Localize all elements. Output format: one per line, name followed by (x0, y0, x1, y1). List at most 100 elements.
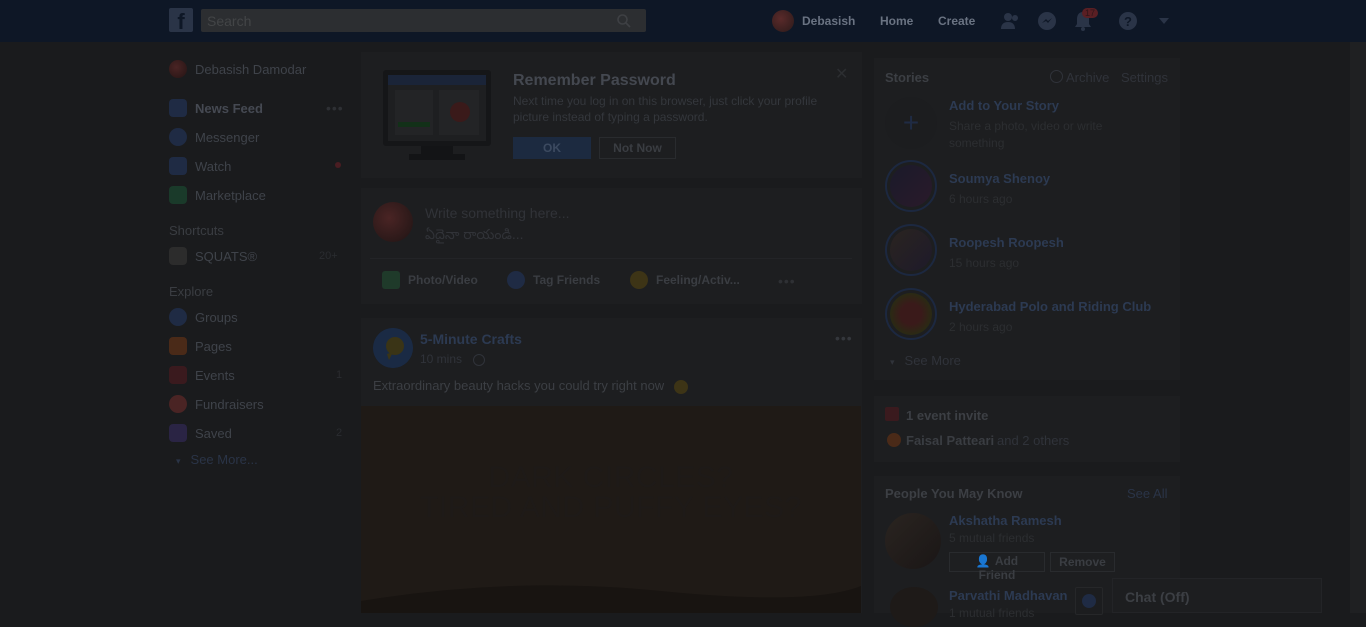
sidebar-item-marketplace[interactable]: Marketplace (169, 184, 266, 206)
stories-see-more[interactable]: ▾ See More (890, 353, 961, 368)
add-story-button[interactable]: + (885, 97, 937, 149)
image-headline-2: TIRED AND PUFFY EYES? (420, 491, 802, 524)
photo-video-button[interactable]: Photo/Video (382, 268, 478, 292)
calendar-icon (885, 407, 899, 421)
composer-input[interactable]: Write something here... ఏదైనా రాయండి... (425, 203, 569, 245)
search-button[interactable] (602, 9, 646, 32)
sidebar-item-label: Events (195, 367, 235, 383)
avatar[interactable] (890, 587, 938, 627)
help-icon[interactable]: ? (1117, 10, 1139, 32)
page-avatar[interactable] (373, 328, 413, 368)
calendar-icon (169, 366, 187, 384)
search-input[interactable] (201, 9, 613, 32)
composer-placeholder-line1: Write something here... (425, 205, 570, 221)
story-avatar[interactable] (885, 224, 937, 276)
profile-link[interactable]: Debasish (772, 9, 855, 33)
pymk-person-name[interactable]: Akshatha Ramesh (949, 513, 1062, 528)
settings-link[interactable]: Settings (1121, 70, 1168, 85)
close-icon[interactable]: ✕ (835, 64, 848, 84)
search-box (201, 9, 646, 32)
pymk-heading: People You May Know (885, 486, 1023, 501)
globe-icon[interactable] (1075, 587, 1103, 615)
remember-password-text: Next time you log in on this browser, ju… (513, 94, 818, 124)
sidebar-item-pages[interactable]: Pages (169, 335, 232, 357)
remove-button[interactable]: Remove (1050, 552, 1115, 572)
sidebar-item-fundraisers[interactable]: Fundraisers (169, 393, 264, 415)
event-invite-link[interactable]: 1 event invite (906, 408, 988, 423)
facebook-logo-icon[interactable]: f (169, 8, 193, 34)
story-name[interactable]: Hyderabad Polo and Riding Club (949, 299, 1151, 314)
story-name[interactable]: Roopesh Roopesh (949, 235, 1064, 250)
add-friend-button[interactable]: 👤 Add Friend (949, 552, 1045, 582)
count-badge: 2 (336, 427, 343, 439)
groups-icon (169, 308, 187, 326)
post-image[interactable]: DARK CIRCLES? TIRED AND PUFFY EYES? (361, 406, 861, 613)
sidebar-item-saved[interactable]: Saved (169, 422, 232, 444)
add-friend-icon: 👤 (975, 554, 991, 568)
marketplace-icon (169, 186, 187, 204)
count-badge: 20+ (319, 250, 338, 262)
heart-icon (169, 395, 187, 413)
story-avatar[interactable] (885, 288, 937, 340)
more-options-icon[interactable]: ••• (326, 100, 344, 116)
tag-friends-button[interactable]: Tag Friends (507, 268, 600, 292)
friend-requests-icon[interactable] (1000, 10, 1022, 32)
see-more-label: See More... (190, 452, 258, 467)
post-options-icon[interactable]: ••• (835, 330, 853, 346)
sidebar-profile[interactable]: Debasish Damodar (169, 58, 306, 80)
more-options-icon[interactable]: ••• (778, 273, 796, 289)
post-text-label: Extraordinary beauty hacks you could try… (373, 378, 665, 393)
sidebar-item-label: Messenger (195, 129, 260, 145)
page-scrollbar[interactable] (1350, 42, 1366, 613)
group-icon (169, 247, 187, 265)
sidebar-item-label: News Feed (195, 100, 263, 116)
story-name[interactable]: Soumya Shenoy (949, 171, 1050, 186)
chevron-down-icon[interactable] (1153, 10, 1175, 32)
sidebar-item-events[interactable]: Events (169, 364, 235, 386)
add-story-title[interactable]: Add to Your Story (949, 98, 1059, 113)
event-person-name[interactable]: Faisal Patteari (906, 433, 994, 448)
sidebar-item-watch[interactable]: Watch (169, 155, 231, 177)
messenger-icon[interactable] (1036, 10, 1058, 32)
story-time: 2 hours ago (949, 320, 1013, 334)
globe-icon (473, 353, 486, 366)
see-all-link[interactable]: See All (1127, 486, 1167, 501)
flag-icon (169, 337, 187, 355)
svg-text:?: ? (1124, 14, 1132, 29)
see-more-link[interactable]: ▾ See More... (176, 452, 258, 467)
chat-bar[interactable]: Chat (Off) (1112, 578, 1322, 613)
photo-video-label: Photo/Video (408, 273, 478, 287)
chevron-down-icon: ▾ (176, 456, 181, 466)
post-author[interactable]: 5-Minute Crafts (420, 331, 522, 347)
sidebar-item-squats[interactable]: SQUATS® (169, 245, 257, 267)
ok-button[interactable]: OK (513, 137, 591, 159)
sidebar-item-label: Fundraisers (195, 396, 264, 412)
pymk-person-name[interactable]: Parvathi Madhavan (949, 588, 1068, 603)
avatar (169, 60, 187, 78)
sidebar-item-messenger[interactable]: Messenger (169, 126, 259, 148)
post-text: Extraordinary beauty hacks you could try… (373, 378, 688, 394)
mutual-friends-text: 1 mutual friends (949, 606, 1035, 620)
create-link[interactable]: Create (938, 14, 975, 28)
sidebar-item-news-feed[interactable]: News Feed (169, 97, 263, 119)
sidebar-item-groups[interactable]: Groups (169, 306, 238, 328)
feeling-activity-button[interactable]: Feeling/Activ... (630, 268, 740, 292)
top-navigation-bar: f Debasish Home Create 17 ? (0, 0, 1366, 42)
shortcuts-heading: Shortcuts (169, 223, 224, 238)
home-link[interactable]: Home (880, 14, 913, 28)
news-feed-icon (169, 99, 187, 117)
story-avatar[interactable] (885, 160, 937, 212)
avatar (887, 433, 901, 447)
photo-icon (382, 271, 400, 289)
watch-icon (169, 157, 187, 175)
post-timestamp[interactable]: 10 mins (420, 352, 486, 366)
divider (370, 258, 852, 259)
smiley-icon (630, 271, 648, 289)
count-badge: 1 (336, 369, 343, 381)
not-now-button[interactable]: Not Now (599, 137, 676, 159)
story-time: 6 hours ago (949, 192, 1013, 206)
sidebar-profile-name: Debasish Damodar (195, 61, 307, 77)
avatar[interactable] (885, 513, 941, 569)
avatar (373, 202, 413, 242)
archive-link[interactable]: Archive (1066, 70, 1109, 85)
